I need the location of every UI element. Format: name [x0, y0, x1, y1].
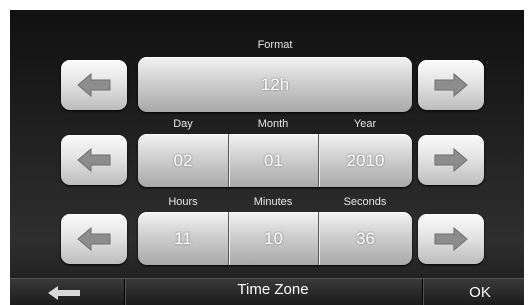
back-arrow-icon — [48, 286, 80, 300]
minutes-header: Minutes — [253, 196, 293, 208]
year-header: Year — [353, 118, 377, 130]
minutes-value[interactable]: 10 — [229, 212, 318, 265]
arrow-left-icon — [77, 147, 111, 173]
arrow-right-icon — [434, 226, 468, 252]
back-button[interactable] — [10, 279, 124, 305]
day-header: Day — [173, 118, 193, 130]
format-next-button[interactable] — [418, 60, 484, 110]
seconds-value[interactable]: 36 — [319, 212, 412, 265]
settings-screen: Format 12h Day Month Year 02 01 2010 Hou… — [10, 10, 524, 305]
time-field: 11 10 36 — [138, 212, 412, 265]
date-prev-button[interactable] — [61, 135, 127, 185]
format-field[interactable]: 12h — [138, 57, 412, 112]
hours-value[interactable]: 11 — [138, 212, 228, 265]
bottom-bar: Time Zone OK — [10, 278, 524, 305]
date-field: 02 01 2010 — [138, 134, 412, 187]
day-value[interactable]: 02 — [138, 134, 228, 187]
time-next-button[interactable] — [418, 214, 484, 264]
time-zone-button[interactable]: Time Zone — [138, 281, 408, 298]
format-prev-button[interactable] — [61, 60, 127, 110]
arrow-left-icon — [77, 72, 111, 98]
time-prev-button[interactable] — [61, 214, 127, 264]
seconds-header: Seconds — [343, 196, 387, 208]
hours-header: Hours — [168, 196, 198, 208]
month-header: Month — [257, 118, 289, 130]
arrow-right-icon — [434, 72, 468, 98]
format-value: 12h — [260, 74, 290, 94]
date-next-button[interactable] — [418, 135, 484, 185]
arrow-left-icon — [77, 226, 111, 252]
divider — [124, 279, 125, 305]
month-value[interactable]: 01 — [229, 134, 318, 187]
year-value[interactable]: 2010 — [319, 134, 412, 187]
divider — [422, 279, 423, 305]
ok-button[interactable]: OK — [450, 284, 510, 301]
format-header: Format — [257, 39, 293, 51]
arrow-right-icon — [434, 147, 468, 173]
